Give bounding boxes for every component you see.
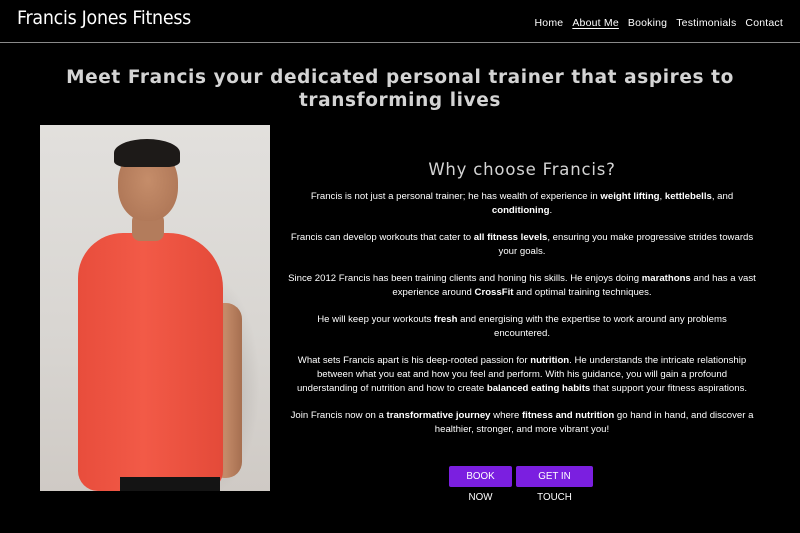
get-in-touch-button[interactable]: GET IN TOUCH — [516, 466, 593, 503]
paragraph-history: Since 2012 Francis has been training cli… — [282, 272, 762, 300]
paragraph-text: Since 2012 Francis has been training cli… — [288, 273, 642, 284]
nav-link-booking[interactable]: Booking — [628, 17, 667, 29]
paragraph-text: . — [549, 205, 553, 216]
about-section: Why choose Francis? Francis is not just … — [282, 160, 762, 450]
trainer-photo — [40, 125, 270, 491]
paragraph-experience: Francis is not just a personal trainer; … — [282, 190, 762, 218]
photo-hair — [114, 139, 180, 167]
paragraph-text: Join Francis now on a — [290, 410, 387, 421]
highlight-text: weight lifting — [600, 191, 660, 202]
paragraph-text: and energising with the expertise to wor… — [457, 314, 727, 339]
paragraph-text: What sets Francis apart is his deep-root… — [297, 355, 531, 366]
paragraph-text: and optimal training techniques. — [513, 287, 652, 298]
brand-logo[interactable]: Francis Jones Fitness — [17, 7, 191, 29]
highlight-text: fresh — [434, 314, 458, 325]
highlight-text: marathons — [641, 273, 691, 284]
cta-buttons: BOOK NOW GET IN TOUCH — [449, 466, 593, 503]
paragraph-text: He will keep your workouts — [317, 314, 434, 325]
paragraph-nutrition: What sets Francis apart is his deep-root… — [282, 354, 762, 396]
highlight-text: balanced eating habits — [486, 383, 591, 394]
paragraph-text: Francis is not just a personal trainer; … — [310, 191, 601, 202]
navbar: Francis Jones Fitness Home About Me Book… — [0, 0, 800, 43]
highlight-text: transformative journey — [386, 410, 491, 421]
nav-link-home[interactable]: Home — [535, 17, 564, 29]
nav-links: Home About Me Booking Testimonials Conta… — [535, 17, 783, 29]
page-headline: Meet Francis your dedicated personal tra… — [66, 67, 734, 111]
highlight-text: kettlebells — [664, 191, 712, 202]
highlight-text: all fitness levels — [473, 232, 548, 243]
nav-link-contact[interactable]: Contact — [745, 17, 783, 29]
nav-link-about-me[interactable]: About Me — [572, 17, 619, 29]
photo-shorts — [120, 477, 220, 491]
nav-link-testimonials[interactable]: Testimonials — [676, 17, 736, 29]
photo-torso — [78, 233, 223, 491]
paragraph-text: Francis can develop workouts that cater … — [290, 232, 474, 243]
paragraph-text: where — [490, 410, 522, 421]
section-title: Why choose Francis? — [428, 160, 616, 179]
highlight-text: conditioning — [491, 205, 550, 216]
highlight-text: nutrition — [530, 355, 570, 366]
highlight-text: fitness and nutrition — [521, 410, 615, 421]
book-now-button[interactable]: BOOK NOW — [449, 466, 512, 503]
highlight-text: CrossFit — [474, 287, 514, 298]
paragraph-join: Join Francis now on a transformative jou… — [282, 409, 762, 437]
paragraph-text: , and — [711, 191, 734, 202]
paragraph-fresh-workouts: He will keep your workouts fresh and ene… — [282, 313, 762, 341]
paragraph-fitness-levels: Francis can develop workouts that cater … — [282, 231, 762, 259]
paragraph-text: that support your fitness aspirations. — [590, 383, 748, 394]
